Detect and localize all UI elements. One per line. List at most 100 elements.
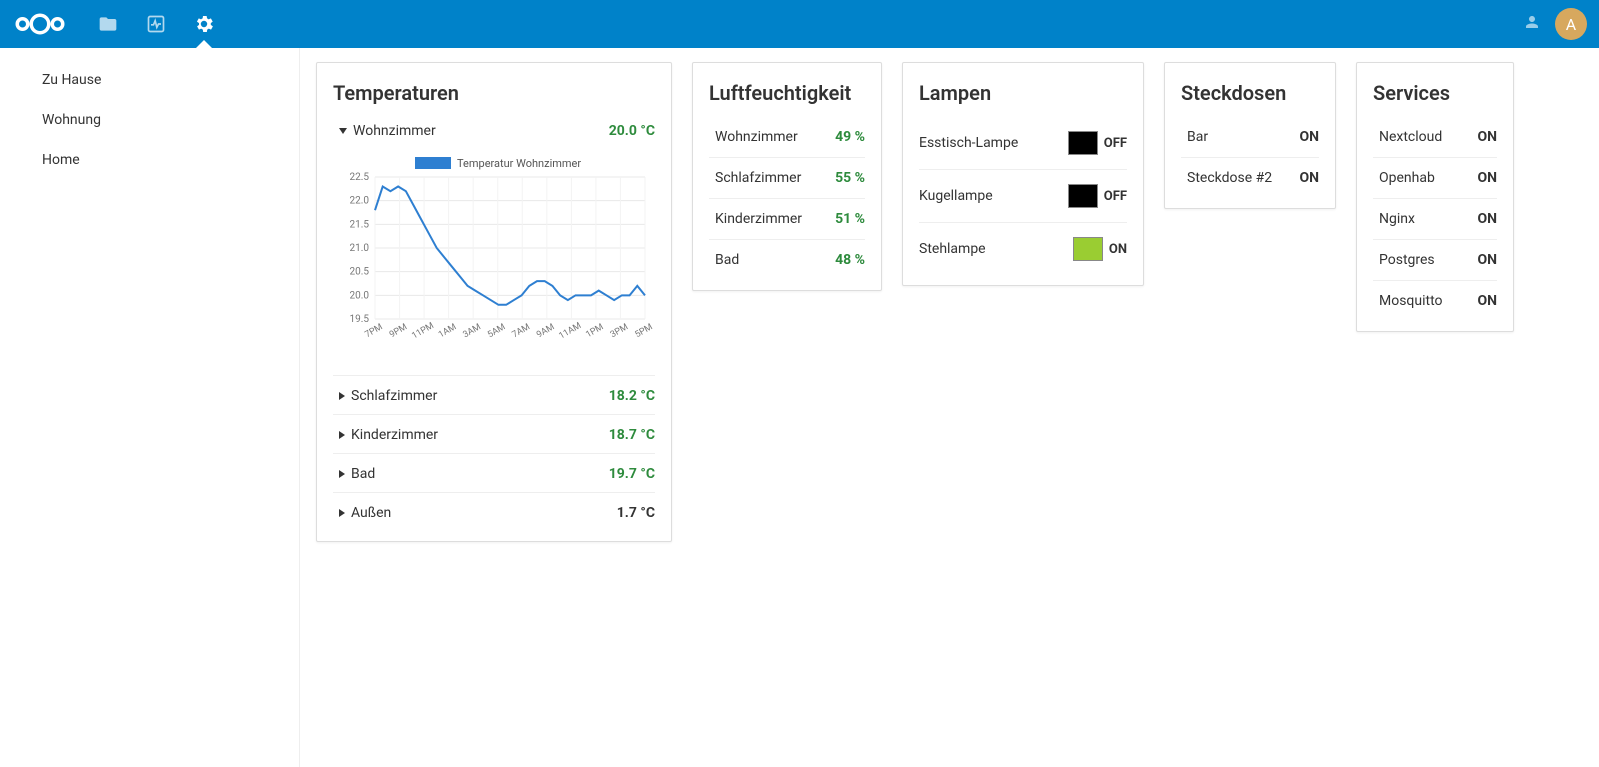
service-state: ON bbox=[1477, 170, 1497, 186]
sidebar-item-label: Home bbox=[42, 152, 80, 168]
svg-text:Temperatur Wohnzimmer: Temperatur Wohnzimmer bbox=[457, 157, 581, 170]
svg-text:7AM: 7AM bbox=[511, 322, 532, 340]
lamp-row: Esstisch-Lampe OFF bbox=[919, 117, 1127, 169]
svg-text:3PM: 3PM bbox=[609, 322, 630, 340]
humidity-value: 51 % bbox=[835, 211, 865, 227]
color-swatch-icon bbox=[1068, 184, 1098, 208]
service-row: NextcloudON bbox=[1373, 117, 1497, 157]
chevron-right-icon bbox=[339, 392, 345, 400]
service-row: NginxON bbox=[1373, 198, 1497, 239]
lamp-switch[interactable]: ON bbox=[1073, 237, 1127, 261]
files-icon[interactable] bbox=[88, 4, 128, 44]
svg-text:21.0: 21.0 bbox=[350, 243, 370, 254]
sidebar-item-label: Wohnung bbox=[42, 112, 101, 128]
card-plugs: Steckdosen BarON Steckdose #2 ON bbox=[1164, 62, 1336, 209]
card-title: Luftfeuchtigkeit bbox=[709, 81, 865, 105]
temp-value: 1.7 °C bbox=[617, 505, 655, 521]
settings-icon[interactable] bbox=[184, 4, 224, 44]
service-state: ON bbox=[1477, 252, 1497, 268]
lamp-label: Kugellampe bbox=[919, 188, 993, 204]
temperature-chart: 19.520.020.521.021.522.022.57PM9PM11PM1A… bbox=[333, 149, 655, 375]
humidity-row: Wohnzimmer 49 % bbox=[709, 117, 865, 157]
service-row: Postgres ON bbox=[1373, 239, 1497, 280]
plug-row: Steckdose #2 ON bbox=[1181, 157, 1319, 198]
svg-text:5AM: 5AM bbox=[486, 322, 507, 340]
humidity-label: Bad bbox=[715, 252, 739, 268]
color-swatch-icon bbox=[1073, 237, 1103, 261]
card-lamps: Lampen Esstisch-Lampe OFF Kugellampe OFF… bbox=[902, 62, 1144, 286]
plug-state: ON bbox=[1299, 170, 1319, 186]
lamp-state: OFF bbox=[1104, 136, 1127, 151]
chevron-down-icon bbox=[339, 128, 347, 134]
plug-label: Steckdose #2 bbox=[1187, 170, 1272, 186]
lamp-row: Stehlampe ON bbox=[919, 222, 1127, 275]
svg-text:20.5: 20.5 bbox=[350, 267, 370, 278]
temp-label: Kinderzimmer bbox=[351, 427, 438, 443]
chevron-right-icon bbox=[339, 431, 345, 439]
svg-text:20.0: 20.0 bbox=[350, 290, 370, 301]
card-services: Services NextcloudON OpenhabON NginxON P… bbox=[1356, 62, 1514, 332]
temp-row-aussen[interactable]: Außen 1.7 °C bbox=[333, 492, 655, 531]
chevron-right-icon bbox=[339, 509, 345, 517]
plug-row: BarON bbox=[1181, 117, 1319, 157]
svg-text:9AM: 9AM bbox=[535, 322, 556, 340]
temp-row-schlafzimmer[interactable]: Schlafzimmer 18.2 °C bbox=[333, 375, 655, 414]
svg-text:11AM: 11AM bbox=[558, 321, 584, 342]
layout: Zu Hause Wohnung Home Temperaturen Wohnz… bbox=[0, 48, 1599, 767]
lamp-row: Kugellampe OFF bbox=[919, 169, 1127, 222]
temp-value: 18.2 °C bbox=[609, 388, 655, 404]
service-label: Mosquitto bbox=[1379, 293, 1443, 309]
svg-text:11PM: 11PM bbox=[410, 321, 436, 342]
contacts-icon[interactable] bbox=[1523, 13, 1541, 35]
temp-row-wohnzimmer[interactable]: Wohnzimmer 20.0 °C bbox=[333, 117, 655, 149]
temp-value: 20.0 °C bbox=[609, 123, 655, 139]
humidity-row: Kinderzimmer 51 % bbox=[709, 198, 865, 239]
lamp-label: Esstisch-Lampe bbox=[919, 135, 1018, 151]
temp-row-bad[interactable]: Bad 19.7 °C bbox=[333, 453, 655, 492]
lamp-label: Stehlampe bbox=[919, 241, 986, 257]
card-humidity: Luftfeuchtigkeit Wohnzimmer 49 % Schlafzi… bbox=[692, 62, 882, 291]
plug-state: ON bbox=[1299, 129, 1319, 145]
humidity-value: 49 % bbox=[835, 129, 865, 145]
svg-text:22.5: 22.5 bbox=[350, 172, 370, 183]
sidebar: Zu Hause Wohnung Home bbox=[0, 48, 300, 767]
color-swatch-icon bbox=[1068, 131, 1098, 155]
temp-value: 18.7 °C bbox=[609, 427, 655, 443]
card-temperatures: Temperaturen Wohnzimmer 20.0 °C 19.520.0… bbox=[316, 62, 672, 542]
main: Temperaturen Wohnzimmer 20.0 °C 19.520.0… bbox=[300, 48, 1599, 767]
card-title: Services bbox=[1373, 81, 1497, 105]
svg-text:3AM: 3AM bbox=[462, 322, 483, 340]
card-title: Steckdosen bbox=[1181, 81, 1319, 105]
temp-row-kinderzimmer[interactable]: Kinderzimmer 18.7 °C bbox=[333, 414, 655, 453]
header-right: A bbox=[1523, 8, 1587, 40]
card-title: Lampen bbox=[919, 81, 1127, 105]
svg-text:1PM: 1PM bbox=[584, 322, 605, 340]
lamp-switch[interactable]: OFF bbox=[1068, 184, 1127, 208]
svg-text:19.5: 19.5 bbox=[350, 314, 370, 325]
svg-text:21.5: 21.5 bbox=[350, 219, 370, 230]
service-row: MosquittoON bbox=[1373, 280, 1497, 321]
service-row: OpenhabON bbox=[1373, 157, 1497, 198]
lamp-state: ON bbox=[1109, 242, 1127, 257]
service-state: ON bbox=[1477, 129, 1497, 145]
svg-text:9PM: 9PM bbox=[388, 322, 409, 340]
temp-value: 19.7 °C bbox=[609, 466, 655, 482]
activity-icon[interactable] bbox=[136, 4, 176, 44]
sidebar-item-wohnung[interactable]: Wohnung bbox=[0, 100, 299, 140]
humidity-label: Kinderzimmer bbox=[715, 211, 802, 227]
sidebar-item-home[interactable]: Home bbox=[0, 140, 299, 180]
sidebar-item-zuhause[interactable]: Zu Hause bbox=[0, 60, 299, 100]
service-label: Postgres bbox=[1379, 252, 1435, 268]
top-header: A bbox=[0, 0, 1599, 48]
lamp-state: OFF bbox=[1104, 189, 1127, 204]
humidity-label: Wohnzimmer bbox=[715, 129, 798, 145]
avatar[interactable]: A bbox=[1555, 8, 1587, 40]
humidity-label: Schlafzimmer bbox=[715, 170, 801, 186]
humidity-row: Schlafzimmer55 % bbox=[709, 157, 865, 198]
lamp-switch[interactable]: OFF bbox=[1068, 131, 1127, 155]
svg-text:1AM: 1AM bbox=[437, 322, 458, 340]
service-label: Nginx bbox=[1379, 211, 1415, 227]
nextcloud-logo[interactable] bbox=[12, 10, 68, 38]
temp-label: Bad bbox=[351, 466, 375, 482]
temp-label: Wohnzimmer bbox=[353, 123, 436, 139]
